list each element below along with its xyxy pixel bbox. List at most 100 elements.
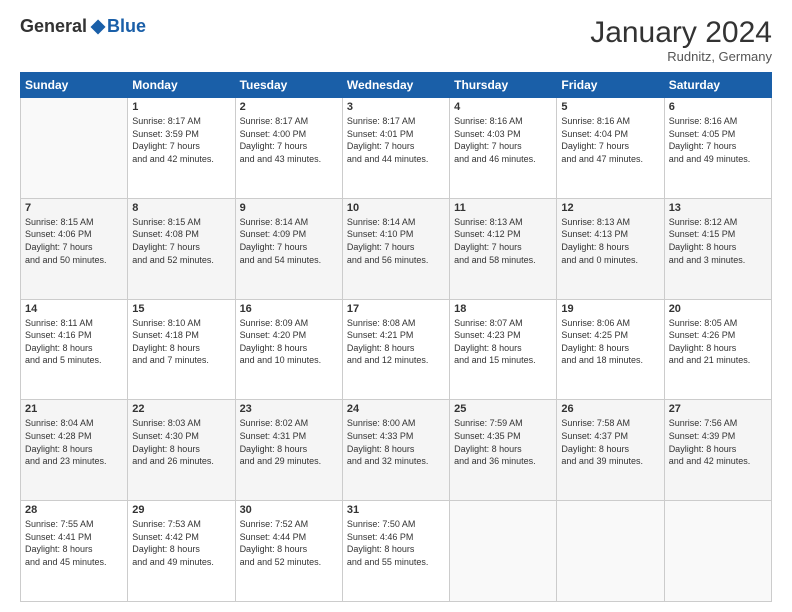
daylight-text: Daylight: 8 hours — [669, 443, 767, 456]
table-row: 10Sunrise: 8:14 AMSunset: 4:10 PMDayligh… — [342, 198, 449, 299]
daylight-text: Daylight: 8 hours — [240, 543, 338, 556]
sunset-text: Sunset: 4:06 PM — [25, 228, 123, 241]
logo-blue-text: Blue — [107, 16, 146, 37]
day-info: Sunrise: 8:16 AMSunset: 4:04 PMDaylight:… — [561, 115, 659, 165]
sunset-text: Sunset: 4:41 PM — [25, 531, 123, 544]
day-info: Sunrise: 7:59 AMSunset: 4:35 PMDaylight:… — [454, 417, 552, 467]
daylight-text: Daylight: 7 hours — [132, 140, 230, 153]
sunrise-text: Sunrise: 8:14 AM — [240, 216, 338, 229]
daylight-text: Daylight: 7 hours — [454, 241, 552, 254]
day-number: 28 — [25, 504, 123, 516]
table-row: 22Sunrise: 8:03 AMSunset: 4:30 PMDayligh… — [128, 400, 235, 501]
daylight-text-2: and and 0 minutes. — [561, 254, 659, 267]
daylight-text-2: and and 52 minutes. — [240, 556, 338, 569]
daylight-text-2: and and 36 minutes. — [454, 455, 552, 468]
header-tuesday: Tuesday — [235, 73, 342, 98]
day-number: 8 — [132, 202, 230, 214]
month-title: January 2024 — [590, 16, 772, 49]
daylight-text: Daylight: 8 hours — [132, 443, 230, 456]
daylight-text-2: and and 42 minutes. — [669, 455, 767, 468]
day-number: 22 — [132, 403, 230, 415]
table-row: 4Sunrise: 8:16 AMSunset: 4:03 PMDaylight… — [450, 98, 557, 199]
day-number: 7 — [25, 202, 123, 214]
day-info: Sunrise: 8:16 AMSunset: 4:03 PMDaylight:… — [454, 115, 552, 165]
header-sunday: Sunday — [21, 73, 128, 98]
header-friday: Friday — [557, 73, 664, 98]
table-row: 15 Sunrise: 8:10 AMSunset: 4:18 PMDayligh… — [128, 299, 235, 400]
sunrise-text: Sunrise: 7:50 AM — [347, 518, 445, 531]
daylight-text-2: and and 21 minutes. — [669, 354, 767, 367]
day-number: 13 — [669, 202, 767, 214]
table-row: 28Sunrise: 7:55 AMSunset: 4:41 PMDayligh… — [21, 501, 128, 602]
sunset-text: Sunset: 4:21 PM — [347, 329, 445, 342]
sunrise-text: Sunrise: 8:14 AM — [347, 216, 445, 229]
daylight-text: Daylight: 8 hours — [132, 342, 230, 355]
logo-area: General Blue — [20, 16, 146, 37]
logo-icon — [89, 18, 107, 36]
day-info: Sunrise: 7:53 AMSunset: 4:42 PMDaylight:… — [132, 518, 230, 568]
daylight-text-2: and and 10 minutes. — [240, 354, 338, 367]
day-info: Sunrise: 8:13 AMSunset: 4:13 PMDaylight:… — [561, 216, 659, 266]
day-info: Sunrise: 7:52 AMSunset: 4:44 PMDaylight:… — [240, 518, 338, 568]
daylight-text-2: and and 15 minutes. — [454, 354, 552, 367]
sunrise-text: Sunrise: 8:15 AM — [25, 216, 123, 229]
table-row: 30Sunrise: 7:52 AMSunset: 4:44 PMDayligh… — [235, 501, 342, 602]
sunset-text: Sunset: 4:31 PM — [240, 430, 338, 443]
sunset-text: Sunset: 4:23 PM — [454, 329, 552, 342]
daylight-text-2: and and 26 minutes. — [132, 455, 230, 468]
sunrise-text: Sunrise: 8:15 AM — [132, 216, 230, 229]
day-number: 3 — [347, 101, 445, 113]
day-info: Sunrise: 7:58 AMSunset: 4:37 PMDaylight:… — [561, 417, 659, 467]
day-number: 29 — [132, 504, 230, 516]
day-number: 24 — [347, 403, 445, 415]
table-row: 1 Sunrise: 8:17 AMSunset: 3:59 PMDaylight… — [128, 98, 235, 199]
sunset-text: Sunset: 4:15 PM — [669, 228, 767, 241]
day-number: 15 — [132, 303, 230, 315]
daylight-text: Daylight: 8 hours — [347, 342, 445, 355]
sunrise-text: Sunrise: 7:53 AM — [132, 518, 230, 531]
daylight-text: Daylight: 7 hours — [25, 241, 123, 254]
daylight-text-2: and and 42 minutes. — [132, 153, 230, 166]
logo: General Blue — [20, 16, 146, 37]
day-number: 17 — [347, 303, 445, 315]
day-info: Sunrise: 8:17 AMSunset: 3:59 PMDaylight:… — [132, 115, 230, 165]
daylight-text-2: and and 52 minutes. — [132, 254, 230, 267]
daylight-text: Daylight: 8 hours — [561, 443, 659, 456]
sunrise-text: Sunrise: 7:55 AM — [25, 518, 123, 531]
sunset-text: Sunset: 4:00 PM — [240, 128, 338, 141]
daylight-text-2: and and 32 minutes. — [347, 455, 445, 468]
daylight-text-2: and and 49 minutes. — [669, 153, 767, 166]
table-row — [450, 501, 557, 602]
daylight-text: Daylight: 8 hours — [25, 342, 123, 355]
daylight-text: Daylight: 7 hours — [240, 241, 338, 254]
daylight-text: Daylight: 7 hours — [347, 241, 445, 254]
sunrise-text: Sunrise: 8:17 AM — [347, 115, 445, 128]
sunrise-text: Sunrise: 8:10 AM — [132, 317, 230, 330]
daylight-text: Daylight: 8 hours — [669, 241, 767, 254]
day-info: Sunrise: 8:11 AMSunset: 4:16 PMDaylight:… — [25, 317, 123, 367]
daylight-text-2: and and 5 minutes. — [25, 354, 123, 367]
daylight-text-2: and and 43 minutes. — [240, 153, 338, 166]
sunset-text: Sunset: 4:30 PM — [132, 430, 230, 443]
sunset-text: Sunset: 4:18 PM — [132, 329, 230, 342]
day-number: 20 — [669, 303, 767, 315]
sunrise-text: Sunrise: 8:06 AM — [561, 317, 659, 330]
day-number: 11 — [454, 202, 552, 214]
day-number: 1 — [132, 101, 230, 113]
table-row — [21, 98, 128, 199]
sunrise-text: Sunrise: 8:13 AM — [454, 216, 552, 229]
sunrise-text: Sunrise: 8:16 AM — [561, 115, 659, 128]
sunrise-text: Sunrise: 8:12 AM — [669, 216, 767, 229]
sunrise-text: Sunrise: 8:17 AM — [132, 115, 230, 128]
table-row: 17Sunrise: 8:08 AMSunset: 4:21 PMDayligh… — [342, 299, 449, 400]
header-saturday: Saturday — [664, 73, 771, 98]
daylight-text-2: and and 23 minutes. — [25, 455, 123, 468]
day-info: Sunrise: 8:05 AMSunset: 4:26 PMDaylight:… — [669, 317, 767, 367]
sunrise-text: Sunrise: 8:11 AM — [25, 317, 123, 330]
sunset-text: Sunset: 4:10 PM — [347, 228, 445, 241]
day-info: Sunrise: 8:16 AMSunset: 4:05 PMDaylight:… — [669, 115, 767, 165]
day-info: Sunrise: 8:17 AMSunset: 4:00 PMDaylight:… — [240, 115, 338, 165]
day-number: 2 — [240, 101, 338, 113]
daylight-text-2: and and 47 minutes. — [561, 153, 659, 166]
daylight-text: Daylight: 8 hours — [454, 443, 552, 456]
